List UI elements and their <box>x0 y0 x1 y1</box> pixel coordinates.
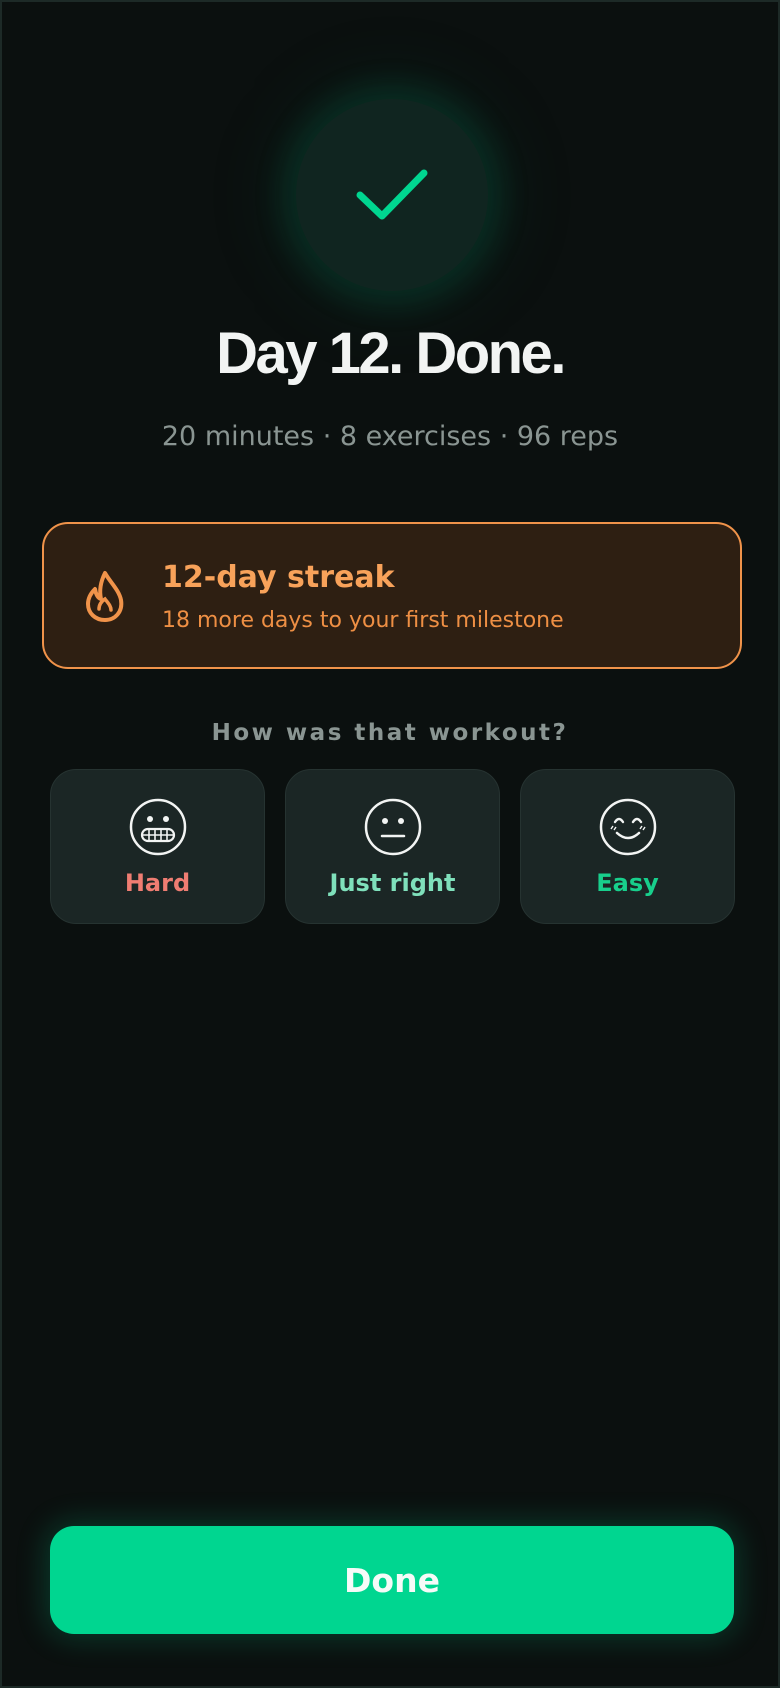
completion-badge <box>296 99 488 291</box>
grimace-face-icon <box>129 798 187 856</box>
workout-stats: 20 minutes · 8 exercises · 96 reps <box>161 421 619 452</box>
page-title: Day 12. Done. <box>216 321 566 386</box>
rating-just-right-button[interactable]: Just right <box>285 769 500 924</box>
rating-hard-label: Hard <box>124 869 191 897</box>
flame-icon <box>86 571 124 622</box>
rating-easy-button[interactable]: Easy <box>520 769 735 924</box>
smiling-face-icon <box>599 798 657 856</box>
done-button[interactable]: Done <box>50 1526 734 1634</box>
rating-hard-button[interactable]: Hard <box>50 769 265 924</box>
workout-complete-screen: Day 12. Done. 20 minutes · 8 exercises ·… <box>0 0 780 1688</box>
streak-title: 12-day streak <box>162 560 395 595</box>
rating-just-right-label: Just right <box>329 869 456 897</box>
streak-subtitle: 18 more days to your first milestone <box>162 608 564 633</box>
feedback-options: Hard Just right Easy <box>50 769 735 924</box>
done-button-label: Done <box>344 1560 440 1600</box>
rating-easy-label: Easy <box>596 869 659 897</box>
neutral-face-icon <box>364 798 422 856</box>
feedback-question: How was that workout? <box>211 720 569 746</box>
streak-card: 12-day streak 18 more days to your first… <box>42 522 742 669</box>
checkmark-icon <box>356 169 428 220</box>
